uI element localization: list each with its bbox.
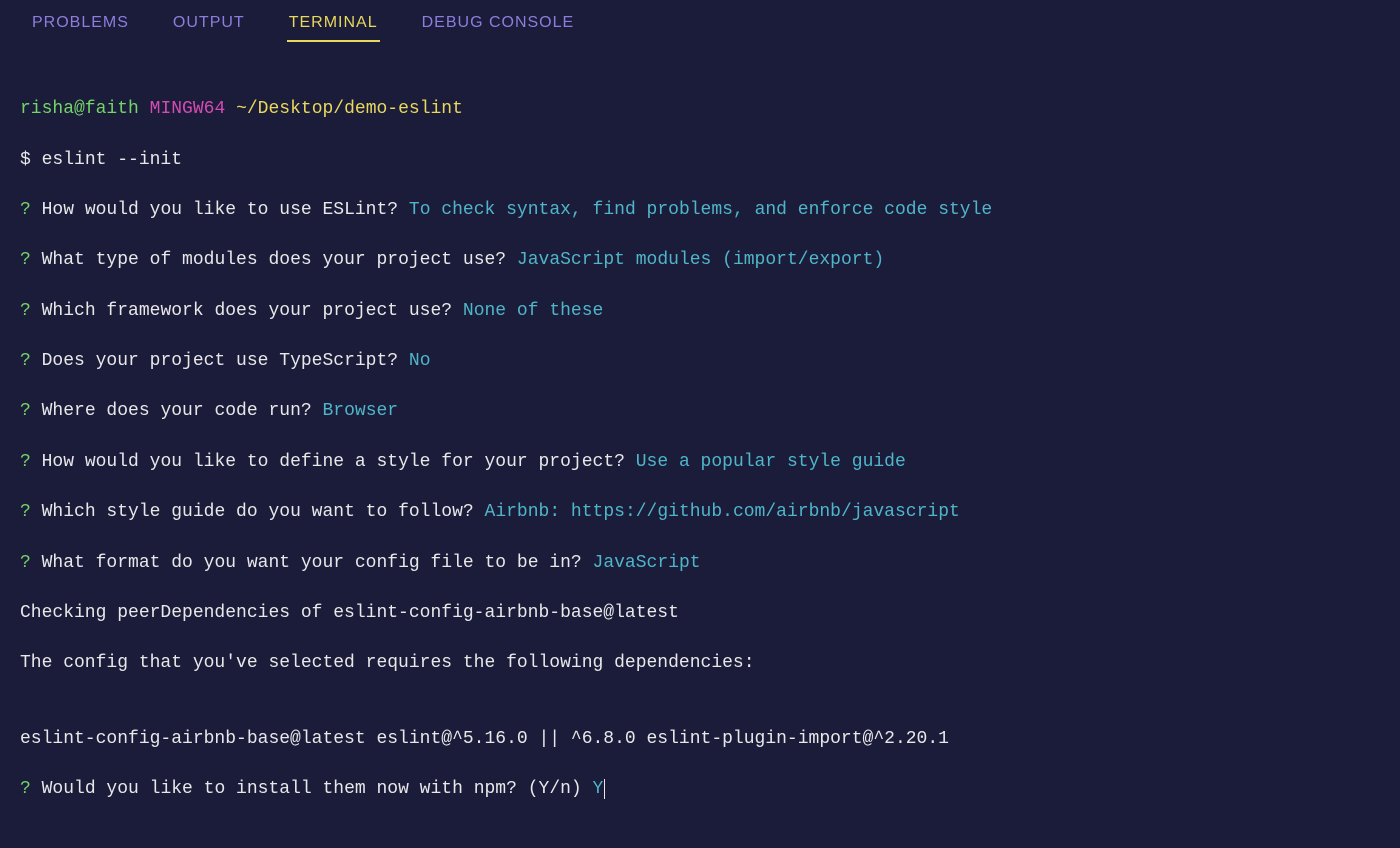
user-input[interactable]: Y [593, 779, 604, 799]
command: eslint --init [42, 150, 182, 170]
answer: To check syntax, find problems, and enfo… [409, 200, 992, 220]
tab-problems[interactable]: PROBLEMS [30, 10, 131, 42]
qmark-icon: ? [20, 250, 31, 270]
qmark-icon: ? [20, 200, 31, 220]
cursor-icon [604, 779, 605, 799]
question: How would you like to use ESLint? [42, 200, 398, 220]
qmark-icon: ? [20, 502, 31, 522]
question: Which framework does your project use? [42, 301, 452, 321]
command-line: $ eslint --init [20, 148, 1380, 173]
prompt-path: ~/Desktop/demo-eslint [236, 99, 463, 119]
answer: None of these [463, 301, 603, 321]
prompt-env: MINGW64 [150, 99, 226, 119]
qmark-icon: ? [20, 779, 31, 799]
deps-line: eslint-config-airbnb-base@latest eslint@… [20, 727, 1380, 752]
tab-terminal[interactable]: TERMINAL [287, 10, 380, 42]
qmark-icon: ? [20, 553, 31, 573]
qmark-icon: ? [20, 401, 31, 421]
answer: No [409, 351, 431, 371]
qa-line: ? How would you like to define a style f… [20, 450, 1380, 475]
final-prompt-line: ? Would you like to install them now wit… [20, 777, 1380, 802]
question: Where does your code run? [42, 401, 312, 421]
qa-line: ? What format do you want your config fi… [20, 551, 1380, 576]
question: How would you like to define a style for… [42, 452, 625, 472]
question: What type of modules does your project u… [42, 250, 506, 270]
input-hint: (Y/n) [528, 779, 593, 799]
question: Would you like to install them now with … [42, 779, 517, 799]
prompt-line: risha@faith MINGW64 ~/Desktop/demo-eslin… [20, 97, 1380, 122]
qa-line: ? Which style guide do you want to follo… [20, 500, 1380, 525]
answer: Use a popular style guide [636, 452, 906, 472]
info-line: The config that you've selected requires… [20, 651, 1380, 676]
qmark-icon: ? [20, 452, 31, 472]
qmark-icon: ? [20, 301, 31, 321]
qa-line: ? Does your project use TypeScript? No [20, 349, 1380, 374]
qa-line: ? Which framework does your project use?… [20, 299, 1380, 324]
panel-tabs: PROBLEMS OUTPUT TERMINAL DEBUG CONSOLE [0, 0, 1400, 42]
question: Does your project use TypeScript? [42, 351, 398, 371]
qa-line: ? What type of modules does your project… [20, 248, 1380, 273]
qmark-icon: ? [20, 351, 31, 371]
answer: Airbnb: https://github.com/airbnb/javasc… [485, 502, 960, 522]
question: Which style guide do you want to follow? [42, 502, 474, 522]
cmd-prefix: $ [20, 150, 42, 170]
answer: JavaScript [593, 553, 701, 573]
tab-output[interactable]: OUTPUT [171, 10, 247, 42]
answer: Browser [322, 401, 398, 421]
tab-debug-console[interactable]: DEBUG CONSOLE [420, 10, 577, 42]
prompt-user: risha@faith [20, 99, 139, 119]
qa-line: ? Where does your code run? Browser [20, 399, 1380, 424]
terminal-output[interactable]: risha@faith MINGW64 ~/Desktop/demo-eslin… [0, 42, 1400, 848]
answer: JavaScript modules (import/export) [517, 250, 884, 270]
question: What format do you want your config file… [42, 553, 582, 573]
qa-line: ? How would you like to use ESLint? To c… [20, 198, 1380, 223]
